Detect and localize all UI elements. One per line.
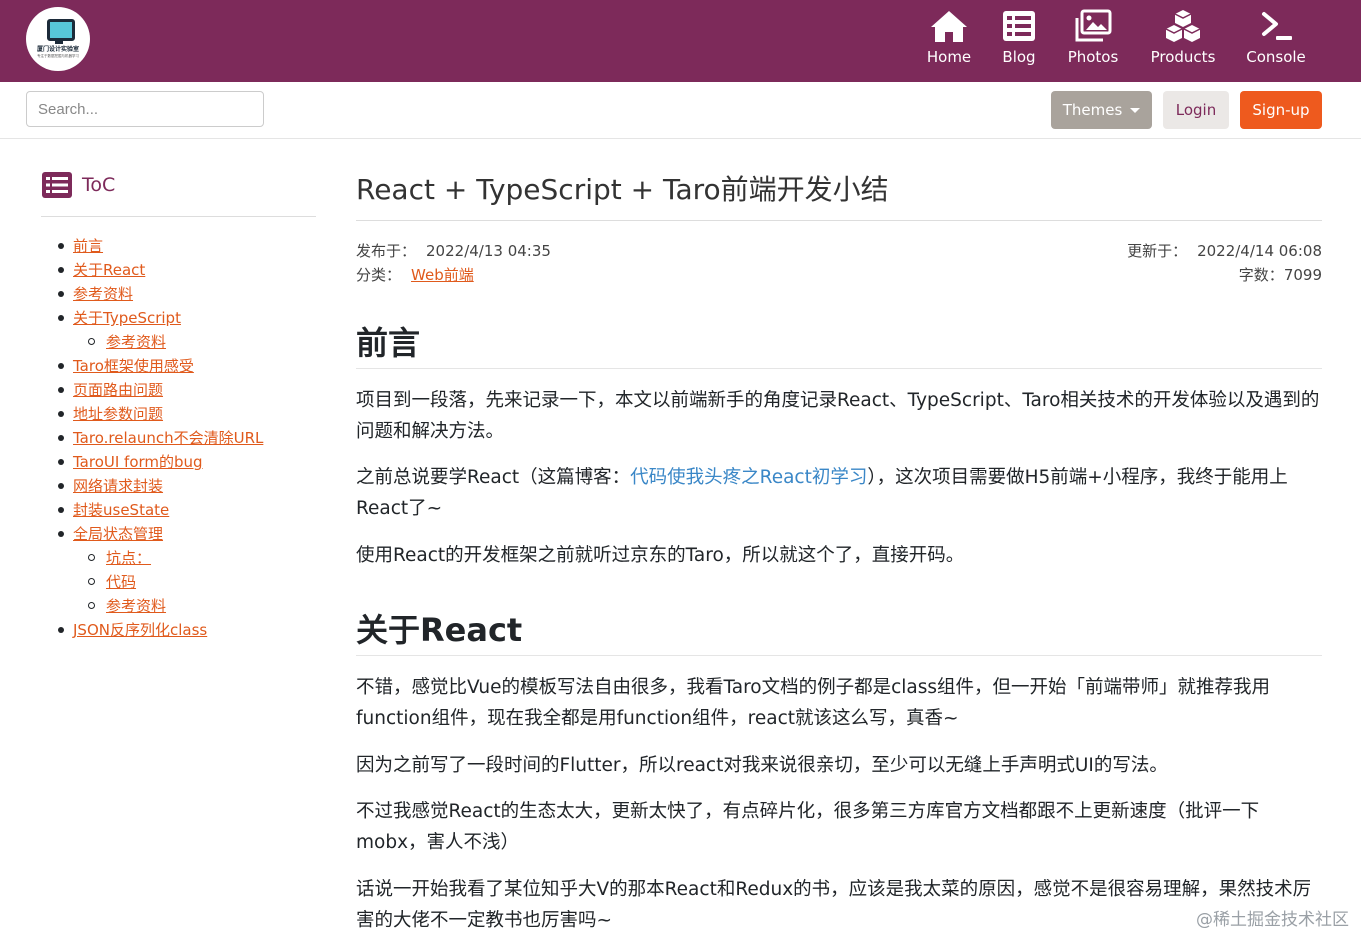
toolbar: Themes Login Sign-up <box>0 82 1361 139</box>
toc-item: 代码 <box>41 571 263 595</box>
published-label: 发布于： <box>356 242 417 260</box>
themes-dropdown-button[interactable]: Themes <box>1051 91 1152 129</box>
category-label: 分类： <box>356 266 402 284</box>
toc-link[interactable]: 参考资料 <box>106 597 166 615</box>
toc-item: JSON反序列化class <box>41 619 263 643</box>
section-heading-about-react: 关于React <box>356 611 523 649</box>
themes-label: Themes <box>1062 101 1123 119</box>
paragraph: 使用React的开发框架之前就听过京东的Taro，所以就这个了，直接开码。 <box>356 545 965 566</box>
monitor-stand <box>55 40 63 44</box>
category-meta: 分类： Web前端 <box>356 264 474 285</box>
toc-link[interactable]: 页面路由问题 <box>73 381 163 399</box>
toc-link[interactable]: 关于TypeScript <box>73 309 181 327</box>
toc-item: 坑点： <box>41 547 263 571</box>
nav-blog[interactable]: Blog <box>1000 8 1038 74</box>
nav-home-label: Home <box>926 48 972 66</box>
toc-title: ToC <box>82 174 116 196</box>
paragraph: 项目到一段落，先来记录一下，本文以前端新手的角度记录React、TypeScri… <box>356 390 1320 442</box>
toc-item: 网络请求封装 <box>41 475 263 499</box>
signup-button[interactable]: Sign-up <box>1240 91 1322 129</box>
published-meta: 发布于： 2022/4/13 04:35 <box>356 240 551 261</box>
published-value: 2022/4/13 04:35 <box>426 242 551 260</box>
toc-header: ToC <box>41 171 115 199</box>
toc-item: Taro框架使用感受 <box>41 355 263 379</box>
logo-subtext: 专注于数据挖掘与机器学习 <box>37 54 79 58</box>
paragraph-text: 之前总说要学React（这篇博客： <box>356 467 631 488</box>
toc-link[interactable]: 网络请求封装 <box>73 477 163 495</box>
toc-item: 关于React <box>41 259 263 283</box>
nav-photos-label: Photos <box>1067 48 1119 66</box>
updated-meta: 更新于： 2022/4/14 06:08 <box>1127 240 1322 261</box>
watermark: @稀土掘金技术社区 <box>1196 910 1349 930</box>
title-divider <box>356 220 1322 221</box>
article-title: React + TypeScript + Taro前端开发小结 <box>356 173 889 206</box>
toc-item: 关于TypeScript <box>41 307 263 331</box>
toc-link[interactable]: Taro.relaunch不会清除URL <box>73 429 263 447</box>
nav-products-label: Products <box>1150 48 1216 66</box>
logo-text: 厦门设计实验室 <box>36 46 79 53</box>
toc-link[interactable]: 参考资料 <box>73 285 133 303</box>
nav-console[interactable]: Console <box>1246 8 1306 74</box>
paragraph: 因为之前写了一段时间的Flutter，所以react对我来说很亲切，至少可以无缝… <box>356 755 1168 776</box>
toc-link[interactable]: 地址参数问题 <box>73 405 163 423</box>
toc-list: 前言 关于React 参考资料 关于TypeScript 参考资料 Taro框架使用感受页… <box>41 235 263 643</box>
toc-link[interactable]: 参考资料 <box>106 333 166 351</box>
paragraph: 不过我感觉React的生态太大，更新太快了，有点碎片化，很多第三方库官方文档都跟… <box>356 801 1260 853</box>
toc-link[interactable]: 封装useState <box>73 501 169 519</box>
toc-item: 参考资料 <box>41 283 263 307</box>
top-navbar: 厦门设计实验室 专注于数据挖掘与机器学习 Home Blog Photos Pr… <box>0 0 1361 82</box>
cubes-icon <box>1165 10 1201 42</box>
monitor-icon <box>47 19 75 41</box>
toc-link[interactable]: 坑点： <box>106 549 151 567</box>
paragraph: 话说一开始我看了某位知乎大V的那本React和Redux的书，应该是我太菜的原因… <box>356 879 1312 931</box>
nav-console-label: Console <box>1246 48 1306 66</box>
photos-icon <box>1075 9 1112 42</box>
toc-item: TaroUI form的bug <box>41 451 263 475</box>
toc-link[interactable]: 关于React <box>73 261 145 279</box>
home-icon <box>931 11 967 42</box>
updated-value: 2022/4/14 06:08 <box>1197 242 1322 260</box>
nav-products[interactable]: Products <box>1149 8 1217 74</box>
toc-link[interactable]: 前言 <box>73 237 103 255</box>
toc-link[interactable]: 代码 <box>106 573 136 591</box>
caret-down-icon <box>1130 107 1141 113</box>
paragraph: 不错，感觉比Vue的模板写法自由很多，我看Taro文档的例子都是class组件，… <box>356 677 1271 729</box>
section-divider <box>356 655 1322 656</box>
nav-photos[interactable]: Photos <box>1066 8 1120 74</box>
toc-link[interactable]: JSON反序列化class <box>73 621 207 639</box>
category-link[interactable]: Web前端 <box>411 266 474 284</box>
terminal-icon <box>1262 12 1292 40</box>
nav-blog-label: Blog <box>1002 48 1036 66</box>
wordcount-meta: 字数：7099 <box>1239 264 1322 285</box>
toc-list-icon <box>42 172 72 198</box>
toc-item: Taro.relaunch不会清除URL <box>41 427 263 451</box>
toc-item: 参考资料 <box>41 595 263 619</box>
paragraph-with-link: 之前总说要学React（这篇博客：代码使我头疼之React初学习），这次项目需要… <box>356 462 1322 524</box>
updated-label: 更新于： <box>1127 242 1188 260</box>
wordcount-value: 7099 <box>1283 266 1322 284</box>
toc-item: 参考资料 <box>41 331 263 355</box>
toc-item: 地址参数问题 <box>41 403 263 427</box>
nav-home[interactable]: Home <box>927 8 971 74</box>
toc-link[interactable]: TaroUI form的bug <box>73 453 203 471</box>
toc-item: 全局状态管理 <box>41 523 263 547</box>
toc-item: 封装useState <box>41 499 263 523</box>
section-divider <box>356 368 1322 369</box>
list-icon <box>1003 11 1035 41</box>
toc-link[interactable]: 全局状态管理 <box>73 525 163 543</box>
toc-link[interactable]: Taro框架使用感受 <box>73 357 194 375</box>
section-heading-preface: 前言 <box>356 324 421 362</box>
blog-post-link[interactable]: 代码使我头疼之React初学习 <box>630 467 867 488</box>
toc-item: 页面路由问题 <box>41 379 263 403</box>
search-input[interactable] <box>26 91 264 127</box>
toc-divider <box>41 216 316 217</box>
login-button[interactable]: Login <box>1163 91 1229 129</box>
toc-item: 前言 <box>41 235 263 259</box>
site-logo[interactable]: 厦门设计实验室 专注于数据挖掘与机器学习 <box>26 7 90 71</box>
wordcount-label: 字数： <box>1238 266 1284 284</box>
